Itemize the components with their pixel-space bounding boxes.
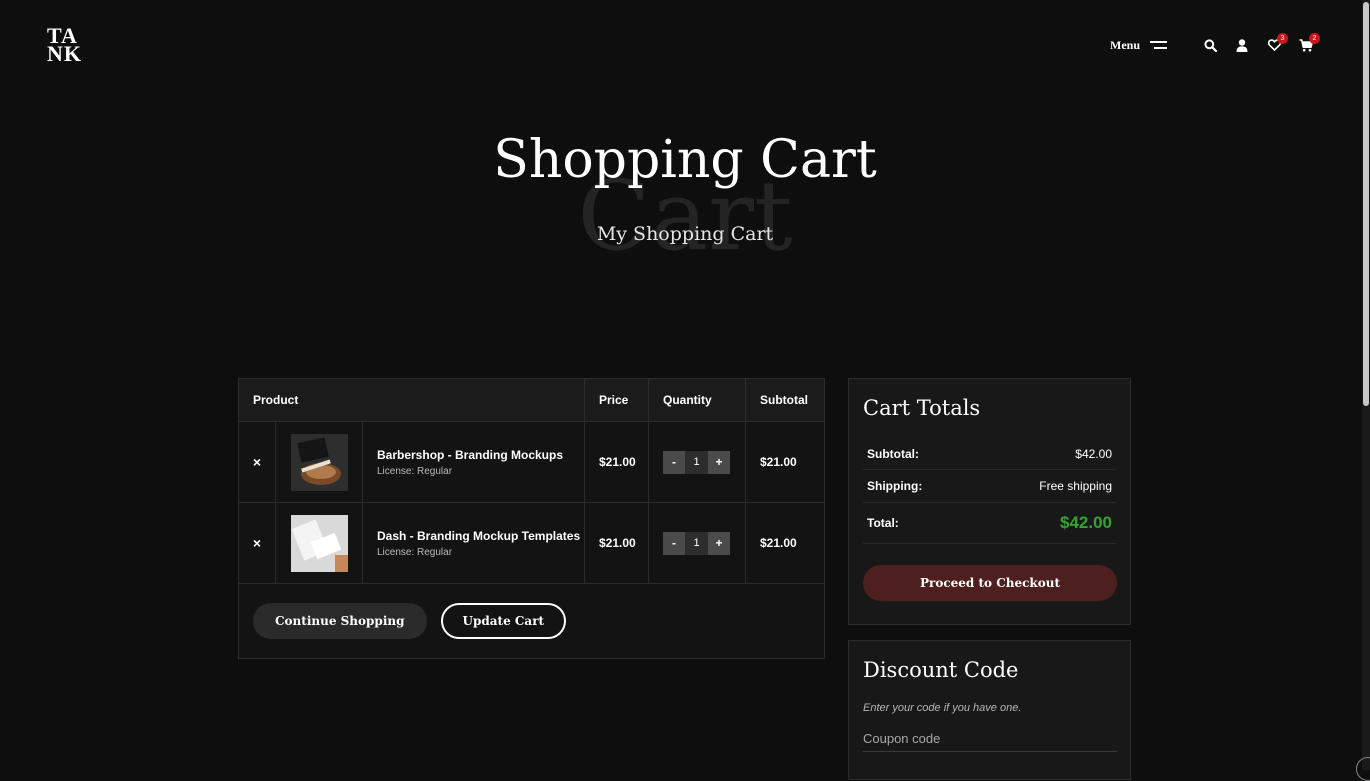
quantity-cell: - 1 + <box>649 422 746 502</box>
remove-icon: × <box>252 535 262 551</box>
update-cart-button[interactable]: Update Cart <box>440 603 567 639</box>
shipping-value: Free shipping <box>1039 479 1112 493</box>
cart-totals-panel: Cart Totals Subtotal: $42.00 Shipping: F… <box>848 378 1131 625</box>
page-title: Shopping Cart <box>493 130 877 190</box>
product-name-link[interactable]: Barbershop - Branding Mockups <box>377 448 563 463</box>
column-header-subtotal: Subtotal <box>760 393 808 407</box>
total-label: Total: <box>867 516 899 530</box>
total-value: $42.00 <box>1060 513 1112 532</box>
quantity-increase-button[interactable]: + <box>708 450 730 474</box>
product-name-link[interactable]: Dash - Branding Mockup Templates <box>377 529 580 544</box>
search-button[interactable] <box>1201 36 1219 54</box>
dash-thumbnail-image <box>290 514 348 572</box>
menu-label: Menu <box>1110 38 1140 52</box>
product-license: License: Regular <box>377 465 453 477</box>
table-row: × Barbershop - Branding Mockups License:… <box>239 422 824 503</box>
quantity-input[interactable]: 1 <box>685 531 708 555</box>
product-info: Barbershop - Branding Mockups License: R… <box>363 422 585 502</box>
product-license: License: Regular <box>377 546 453 558</box>
quantity-input[interactable]: 1 <box>685 450 708 474</box>
quantity-increase-button[interactable]: + <box>708 531 730 555</box>
product-price: $21.00 <box>585 422 649 502</box>
subtotal-label: Subtotal: <box>867 446 919 461</box>
account-button[interactable] <box>1233 36 1251 54</box>
page-subtitle: My Shopping Cart <box>596 223 774 245</box>
product-subtotal: $21.00 <box>760 455 797 469</box>
shipping-row: Shipping: Free shipping <box>863 470 1116 503</box>
cart-totals-title: Cart Totals <box>863 396 981 420</box>
column-header-quantity: Quantity <box>649 379 746 421</box>
subtotal-row: Subtotal: $42.00 <box>863 438 1116 470</box>
proceed-to-checkout-button[interactable]: Proceed to Checkout <box>863 565 1117 601</box>
wishlist-button[interactable]: 3 <box>1265 33 1288 54</box>
hamburger-icon <box>1150 41 1167 50</box>
wishlist-count-badge: 3 <box>1277 33 1288 44</box>
quantity-cell: - 1 + <box>649 503 746 583</box>
discount-title: Discount Code <box>863 658 1019 682</box>
logo-line-2: NK <box>47 41 82 66</box>
quantity-decrease-button[interactable]: - <box>663 450 685 474</box>
remove-item-button[interactable]: × <box>239 422 276 502</box>
product-subtotal: $21.00 <box>760 536 797 550</box>
product-info: Dash - Branding Mockup Templates License… <box>363 503 585 583</box>
quantity-stepper: - 1 + <box>663 531 730 555</box>
scroll-to-top-button[interactable] <box>1356 757 1370 781</box>
cart-button[interactable]: 2 <box>1297 33 1320 54</box>
subtotal-value: $42.00 <box>1075 446 1112 461</box>
column-header-price: Price <box>585 379 649 421</box>
quantity-decrease-button[interactable]: - <box>663 531 685 555</box>
table-row: × Dash - Branding Mockup Templates Licen… <box>239 503 824 584</box>
cart-actions: Continue Shopping Update Cart <box>239 584 824 658</box>
menu-button[interactable]: Menu <box>1110 38 1167 53</box>
column-header-product: Product <box>239 379 585 421</box>
discount-panel: Discount Code Enter your code if you hav… <box>848 640 1131 780</box>
continue-shopping-button[interactable]: Continue Shopping <box>253 603 427 639</box>
product-thumbnail[interactable] <box>276 422 363 502</box>
total-row: Total: $42.00 <box>863 503 1116 544</box>
discount-hint: Enter your code if you have one. <box>863 702 1022 714</box>
quantity-stepper: - 1 + <box>663 450 730 474</box>
cart-count-badge: 2 <box>1309 33 1320 44</box>
barbershop-thumbnail-image <box>290 433 348 491</box>
user-icon <box>1236 38 1248 52</box>
totals-rows: Subtotal: $42.00 Shipping: Free shipping… <box>863 438 1116 544</box>
cart-table-header: Product Price Quantity Subtotal <box>239 379 824 422</box>
product-thumbnail[interactable] <box>276 503 363 583</box>
remove-icon: × <box>252 454 262 470</box>
remove-item-button[interactable]: × <box>239 503 276 583</box>
product-price: $21.00 <box>585 503 649 583</box>
coupon-code-input[interactable] <box>863 725 1117 752</box>
search-icon <box>1203 38 1217 52</box>
cart-table: Product Price Quantity Subtotal × Barber… <box>238 378 825 659</box>
site-logo[interactable]: TA NK <box>47 25 82 66</box>
shipping-label: Shipping: <box>867 479 923 493</box>
